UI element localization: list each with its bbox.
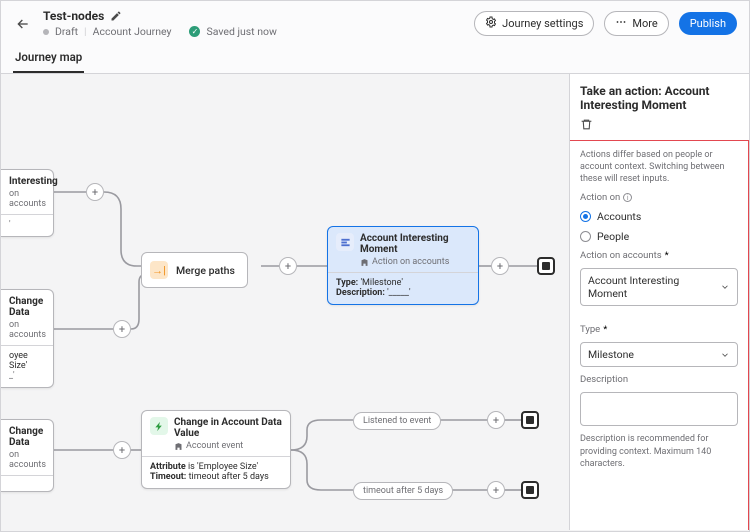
title-block: Test-nodes Draft | Account Journey ✓ Sav…: [43, 9, 277, 38]
add-node-2[interactable]: +: [113, 320, 131, 338]
journey-title: Test-nodes: [43, 9, 104, 23]
type-label: Type: [580, 324, 738, 335]
chevron-down-icon: [720, 282, 730, 292]
chevron-down-icon: [720, 350, 730, 360]
action-on-accounts-label: Action on accounts: [580, 250, 738, 261]
info-icon[interactable]: i: [623, 193, 632, 202]
merge-icon: →|: [150, 261, 168, 279]
branch-timeout[interactable]: timeout after 5 days: [353, 482, 453, 500]
type-select[interactable]: Milestone: [580, 342, 738, 367]
delete-button[interactable]: [570, 118, 749, 140]
pencil-icon[interactable]: [110, 10, 122, 22]
node-partial-interesting[interactable]: Interesting on accounts ': [1, 169, 54, 237]
action-on-accounts-select[interactable]: Account Interesting Moment: [580, 268, 738, 306]
building-icon: [360, 258, 369, 267]
bolt-icon: [150, 417, 168, 435]
action-on-label: Action on i: [580, 192, 738, 203]
node-partial-change-1[interactable]: Change Data on accounts oyee Size' _': [1, 289, 54, 388]
node-event-change-data[interactable]: Change in Account Data Value Account eve…: [141, 410, 291, 489]
radio-icon: [580, 231, 591, 242]
header: Test-nodes Draft | Account Journey ✓ Sav…: [1, 1, 749, 74]
journey-type: Account Journey: [93, 25, 172, 38]
canvas[interactable]: Interesting on accounts ' Change Data on…: [1, 74, 569, 530]
status-label: Draft: [55, 25, 78, 38]
tab-journey-map[interactable]: Journey map: [13, 44, 84, 73]
add-node-3[interactable]: +: [279, 257, 297, 275]
merge-node[interactable]: →| Merge paths: [141, 252, 248, 288]
journey-settings-button[interactable]: Journey settings: [474, 11, 594, 36]
radio-icon: [580, 211, 591, 222]
status-dot-icon: [43, 29, 49, 35]
panel-hint: Actions differ based on people or accoun…: [580, 149, 738, 185]
node-action-interesting-moment[interactable]: Account Interesting Moment Action on acc…: [327, 226, 479, 305]
add-node-6[interactable]: +: [487, 411, 505, 429]
gear-icon: [485, 16, 497, 31]
workspace: Interesting on accounts ' Change Data on…: [1, 74, 749, 530]
add-node-1[interactable]: +: [86, 183, 104, 201]
publish-button[interactable]: Publish: [679, 12, 737, 35]
saved-check-icon: ✓: [189, 26, 200, 37]
building-icon: [174, 442, 183, 451]
action-icon: [336, 233, 354, 251]
add-node-5[interactable]: +: [113, 441, 131, 459]
inspector-panel: Take an action: Account Interesting Mome…: [569, 74, 749, 530]
add-node-7[interactable]: +: [487, 481, 505, 499]
back-button[interactable]: [13, 14, 33, 34]
description-hint: Description is recommended for providing…: [580, 433, 738, 469]
dots-icon: [615, 16, 627, 31]
add-node-4[interactable]: +: [491, 257, 509, 275]
description-input[interactable]: [580, 392, 738, 426]
radio-accounts[interactable]: Accounts: [580, 210, 738, 223]
description-label: Description: [580, 374, 738, 385]
branch-listened[interactable]: Listened to event: [353, 412, 441, 430]
node-partial-change-2[interactable]: Change Data on accounts: [1, 419, 54, 492]
saved-label: Saved just now: [206, 25, 276, 38]
radio-people[interactable]: People: [580, 230, 738, 243]
more-button[interactable]: More: [604, 11, 668, 36]
end-node-3[interactable]: [521, 481, 539, 499]
panel-title: Take an action: Account Interesting Mome…: [570, 74, 749, 118]
end-node-1[interactable]: [537, 257, 555, 275]
end-node-2[interactable]: [521, 411, 539, 429]
panel-body: Actions differ based on people or accoun…: [570, 140, 749, 530]
